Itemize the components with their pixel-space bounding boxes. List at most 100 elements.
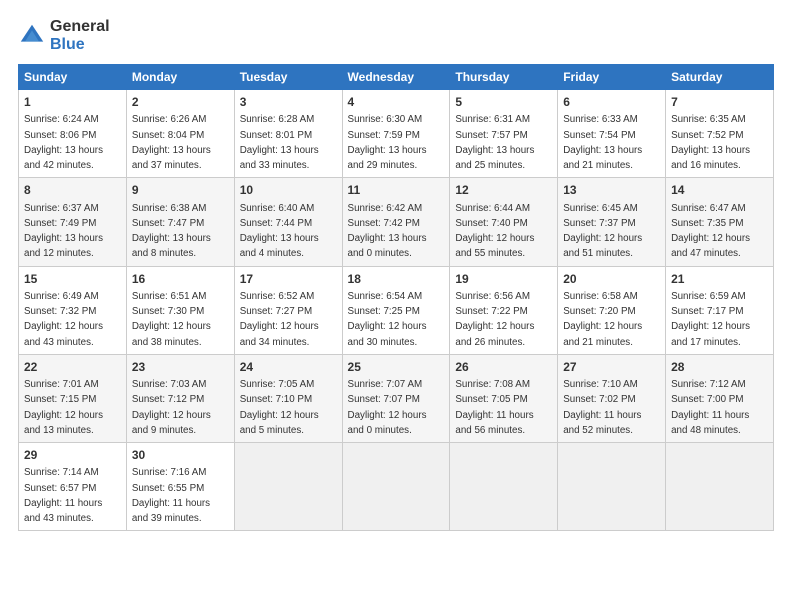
day-number: 28 xyxy=(671,359,768,376)
calendar-cell: 11 Sunrise: 6:42 AM Sunset: 7:42 PM Dayli… xyxy=(342,178,450,266)
day-info: Sunrise: 7:10 AM Sunset: 7:02 PM Dayligh… xyxy=(563,379,641,436)
day-number: 26 xyxy=(455,359,552,376)
day-number: 11 xyxy=(348,182,445,199)
col-header-friday: Friday xyxy=(558,65,666,90)
calendar-cell: 21 Sunrise: 6:59 AM Sunset: 7:17 PM Dayli… xyxy=(666,266,774,354)
calendar-cell: 24 Sunrise: 7:05 AM Sunset: 7:10 PM Dayli… xyxy=(234,354,342,442)
calendar-cell: 2 Sunrise: 6:26 AM Sunset: 8:04 PM Daylig… xyxy=(126,90,234,178)
day-info: Sunrise: 7:16 AM Sunset: 6:55 PM Dayligh… xyxy=(132,467,210,524)
header: General Blue xyxy=(18,18,774,54)
day-info: Sunrise: 6:59 AM Sunset: 7:17 PM Dayligh… xyxy=(671,291,750,348)
day-info: Sunrise: 6:38 AM Sunset: 7:47 PM Dayligh… xyxy=(132,203,211,260)
calendar-cell: 19Sunrise: 6:56 AM Sunset: 7:22 PM Dayli… xyxy=(450,266,558,354)
calendar-cell: 10 Sunrise: 6:40 AM Sunset: 7:44 PM Dayli… xyxy=(234,178,342,266)
day-info: Sunrise: 7:01 AM Sunset: 7:15 PM Dayligh… xyxy=(24,379,103,436)
day-number: 18 xyxy=(348,271,445,288)
day-number: 16 xyxy=(132,271,229,288)
col-header-monday: Monday xyxy=(126,65,234,90)
day-number: 14 xyxy=(671,182,768,199)
day-number: 7 xyxy=(671,94,768,111)
day-number: 24 xyxy=(240,359,337,376)
day-number: 22 xyxy=(24,359,121,376)
day-info: Sunrise: 7:08 AM Sunset: 7:05 PM Dayligh… xyxy=(455,379,533,436)
day-number: 5 xyxy=(455,94,552,111)
calendar-cell: 6 Sunrise: 6:33 AM Sunset: 7:54 PM Daylig… xyxy=(558,90,666,178)
calendar-table: SundayMondayTuesdayWednesdayThursdayFrid… xyxy=(18,64,774,531)
page: General Blue SundayMondayTuesdayWednesda… xyxy=(0,0,792,541)
day-info: Sunrise: 6:37 AM Sunset: 7:49 PM Dayligh… xyxy=(24,203,103,260)
calendar-cell: 29 Sunrise: 7:14 AM Sunset: 6:57 PM Dayli… xyxy=(19,443,127,531)
calendar-cell: 12 Sunrise: 6:44 AM Sunset: 7:40 PM Dayli… xyxy=(450,178,558,266)
calendar-cell: 26 Sunrise: 7:08 AM Sunset: 7:05 PM Dayli… xyxy=(450,354,558,442)
col-header-wednesday: Wednesday xyxy=(342,65,450,90)
day-number: 27 xyxy=(563,359,660,376)
calendar-cell: 28 Sunrise: 7:12 AM Sunset: 7:00 PM Dayli… xyxy=(666,354,774,442)
day-info: Sunrise: 6:30 AM Sunset: 7:59 PM Dayligh… xyxy=(348,114,427,171)
calendar-cell xyxy=(450,443,558,531)
calendar-cell: 15Sunrise: 6:49 AM Sunset: 7:32 PM Dayli… xyxy=(19,266,127,354)
day-info: Sunrise: 6:31 AM Sunset: 7:57 PM Dayligh… xyxy=(455,114,534,171)
week-row: 15Sunrise: 6:49 AM Sunset: 7:32 PM Dayli… xyxy=(19,266,774,354)
calendar-cell: 14 Sunrise: 6:47 AM Sunset: 7:35 PM Dayli… xyxy=(666,178,774,266)
calendar-cell xyxy=(666,443,774,531)
day-number: 10 xyxy=(240,182,337,199)
day-number: 15 xyxy=(24,271,121,288)
header-row: SundayMondayTuesdayWednesdayThursdayFrid… xyxy=(19,65,774,90)
day-info: Sunrise: 6:33 AM Sunset: 7:54 PM Dayligh… xyxy=(563,114,642,171)
calendar-cell: 7 Sunrise: 6:35 AM Sunset: 7:52 PM Daylig… xyxy=(666,90,774,178)
week-row: 8 Sunrise: 6:37 AM Sunset: 7:49 PM Daylig… xyxy=(19,178,774,266)
calendar-cell: 3 Sunrise: 6:28 AM Sunset: 8:01 PM Daylig… xyxy=(234,90,342,178)
day-number: 30 xyxy=(132,447,229,464)
day-info: Sunrise: 6:51 AM Sunset: 7:30 PM Dayligh… xyxy=(132,291,211,348)
calendar-cell: 1 Sunrise: 6:24 AM Sunset: 8:06 PM Daylig… xyxy=(19,90,127,178)
day-info: Sunrise: 6:47 AM Sunset: 7:35 PM Dayligh… xyxy=(671,203,750,260)
day-info: Sunrise: 6:52 AM Sunset: 7:27 PM Dayligh… xyxy=(240,291,319,348)
day-info: Sunrise: 6:58 AM Sunset: 7:20 PM Dayligh… xyxy=(563,291,642,348)
day-number: 21 xyxy=(671,271,768,288)
week-row: 1 Sunrise: 6:24 AM Sunset: 8:06 PM Daylig… xyxy=(19,90,774,178)
day-info: Sunrise: 6:24 AM Sunset: 8:06 PM Dayligh… xyxy=(24,114,103,171)
calendar-cell xyxy=(342,443,450,531)
day-info: Sunrise: 7:05 AM Sunset: 7:10 PM Dayligh… xyxy=(240,379,319,436)
day-info: Sunrise: 6:28 AM Sunset: 8:01 PM Dayligh… xyxy=(240,114,319,171)
calendar-cell: 9 Sunrise: 6:38 AM Sunset: 7:47 PM Daylig… xyxy=(126,178,234,266)
day-number: 1 xyxy=(24,94,121,111)
day-info: Sunrise: 7:14 AM Sunset: 6:57 PM Dayligh… xyxy=(24,467,102,524)
day-info: Sunrise: 6:42 AM Sunset: 7:42 PM Dayligh… xyxy=(348,203,427,260)
day-info: Sunrise: 6:44 AM Sunset: 7:40 PM Dayligh… xyxy=(455,203,534,260)
week-row: 22 Sunrise: 7:01 AM Sunset: 7:15 PM Dayli… xyxy=(19,354,774,442)
day-number: 2 xyxy=(132,94,229,111)
logo-icon xyxy=(18,22,46,50)
day-info: Sunrise: 7:12 AM Sunset: 7:00 PM Dayligh… xyxy=(671,379,749,436)
day-info: Sunrise: 7:03 AM Sunset: 7:12 PM Dayligh… xyxy=(132,379,211,436)
day-number: 6 xyxy=(563,94,660,111)
day-info: Sunrise: 6:26 AM Sunset: 8:04 PM Dayligh… xyxy=(132,114,211,171)
col-header-thursday: Thursday xyxy=(450,65,558,90)
calendar-cell: 22 Sunrise: 7:01 AM Sunset: 7:15 PM Dayli… xyxy=(19,354,127,442)
day-info: Sunrise: 6:40 AM Sunset: 7:44 PM Dayligh… xyxy=(240,203,319,260)
calendar-cell: 25Sunrise: 7:07 AM Sunset: 7:07 PM Dayli… xyxy=(342,354,450,442)
calendar-cell xyxy=(234,443,342,531)
day-number: 20 xyxy=(563,271,660,288)
logo-text: General Blue xyxy=(50,18,110,54)
day-number: 3 xyxy=(240,94,337,111)
calendar-cell: 23Sunrise: 7:03 AM Sunset: 7:12 PM Dayli… xyxy=(126,354,234,442)
day-number: 4 xyxy=(348,94,445,111)
day-number: 25 xyxy=(348,359,445,376)
day-number: 17 xyxy=(240,271,337,288)
calendar-cell: 30 Sunrise: 7:16 AM Sunset: 6:55 PM Dayli… xyxy=(126,443,234,531)
calendar-cell: 4 Sunrise: 6:30 AM Sunset: 7:59 PM Daylig… xyxy=(342,90,450,178)
day-number: 8 xyxy=(24,182,121,199)
day-number: 29 xyxy=(24,447,121,464)
col-header-sunday: Sunday xyxy=(19,65,127,90)
calendar-cell: 5 Sunrise: 6:31 AM Sunset: 7:57 PM Daylig… xyxy=(450,90,558,178)
day-info: Sunrise: 6:35 AM Sunset: 7:52 PM Dayligh… xyxy=(671,114,750,171)
day-number: 12 xyxy=(455,182,552,199)
day-number: 9 xyxy=(132,182,229,199)
day-info: Sunrise: 6:56 AM Sunset: 7:22 PM Dayligh… xyxy=(455,291,534,348)
col-header-tuesday: Tuesday xyxy=(234,65,342,90)
day-info: Sunrise: 6:45 AM Sunset: 7:37 PM Dayligh… xyxy=(563,203,642,260)
calendar-cell: 20 Sunrise: 6:58 AM Sunset: 7:20 PM Dayli… xyxy=(558,266,666,354)
col-header-saturday: Saturday xyxy=(666,65,774,90)
day-info: Sunrise: 6:54 AM Sunset: 7:25 PM Dayligh… xyxy=(348,291,427,348)
